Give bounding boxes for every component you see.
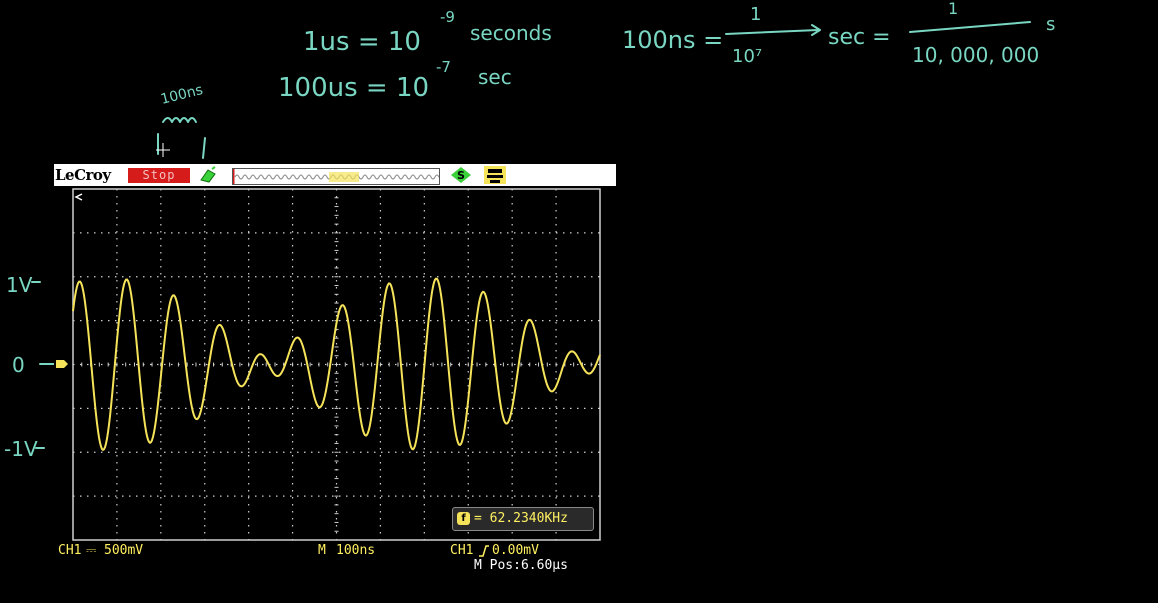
annotation-100us: 100us = 10 (278, 73, 429, 103)
frequency-icon: f (457, 512, 470, 525)
period-ticks (157, 133, 206, 159)
scope-footer: CH1 ⎓ 500mV M 100ns CH1 0.00mV M Pos:6.6… (54, 541, 616, 574)
fraction1-denominator: 10⁷ (732, 46, 762, 67)
fraction2-denominator: 10, 000, 000 (912, 43, 1039, 67)
ch1-label: CH1 (58, 543, 82, 558)
fraction2-bar (909, 21, 1031, 33)
trigger-position-arrow (74, 193, 83, 201)
oscilloscope-screen: LeCroy Stop S f = 62.2340KHz CH1 ⎓ 500mV… (54, 164, 616, 574)
frequency-value: = 62.2340KHz (474, 511, 568, 526)
period-brace (162, 117, 197, 123)
trigger-edge-icon (479, 545, 489, 557)
fraction1-bar (725, 24, 821, 36)
trigger-level[interactable]: 0.00mV (492, 543, 539, 558)
annotation-1us-exp: -9 (440, 8, 455, 26)
annotation-100us-exp: -7 (436, 58, 451, 76)
memory-position: M Pos:6.60μs (474, 558, 568, 573)
ch1-coupling-icon: ⎓ (86, 543, 97, 558)
trigger-channel: CH1 (450, 543, 474, 558)
fraction1-numerator: 1 (750, 4, 761, 25)
axis-label-neg1v: -1V (4, 437, 38, 461)
annotation-100ns-eq: 100ns = (622, 26, 723, 54)
ch1-scale[interactable]: 500mV (104, 543, 143, 558)
timebase-value[interactable]: 100ns (336, 543, 375, 558)
canvas: 1us = 10 -9 seconds 100us = 10 -7 sec 10… (0, 0, 1158, 603)
fraction2-numerator: 1 (948, 0, 958, 18)
annotation-s-unit: s (1046, 14, 1055, 35)
axis-label-0: 0 (12, 353, 25, 377)
timebase-prefix: M (318, 543, 326, 558)
period-label: 100ns (159, 82, 204, 108)
annotation-seconds: seconds (470, 21, 552, 45)
graticule-grid (72, 188, 601, 541)
annotation-sec-eq: sec = (828, 25, 891, 50)
frequency-readout: f = 62.2340KHz (452, 507, 594, 531)
annotation-sec: sec (478, 65, 512, 89)
axis-label-1v: 1V (6, 273, 33, 297)
ch1-ground-marker (56, 360, 68, 368)
annotation-1us: 1us = 10 (303, 27, 421, 57)
scope-markers (56, 193, 83, 368)
